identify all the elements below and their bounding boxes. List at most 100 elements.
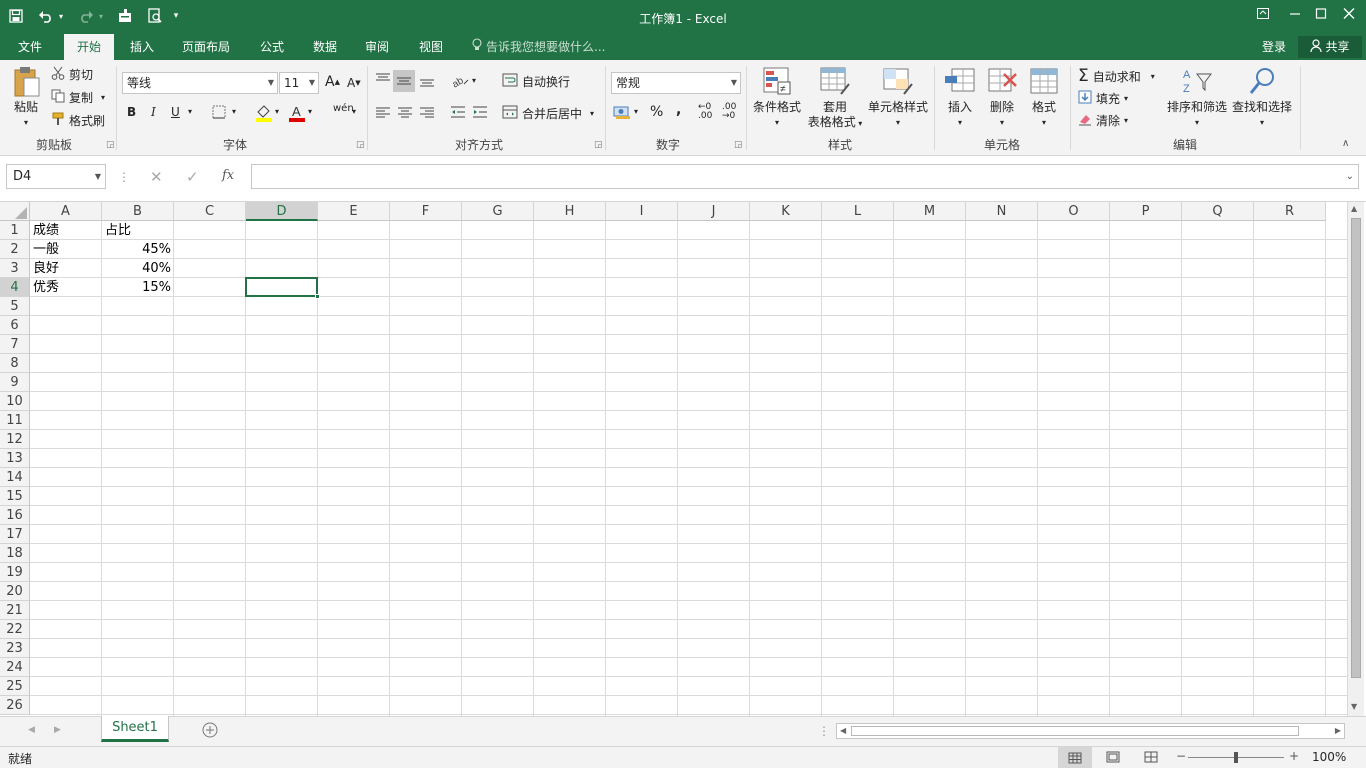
fill-color-dropdown-icon[interactable]: ▾ — [275, 107, 279, 116]
phonetic-dropdown-icon[interactable]: ▾ — [352, 107, 356, 116]
fill-handle[interactable] — [315, 294, 320, 299]
font-launcher-icon[interactable]: ◲ — [356, 140, 365, 150]
maximize-icon[interactable] — [1310, 6, 1332, 26]
insert-cells-button[interactable]: 插入 ▾ — [940, 66, 980, 130]
shrink-font-button[interactable]: A ▼ — [347, 76, 361, 90]
align-left-icon[interactable] — [375, 105, 391, 119]
tab-file[interactable]: 文件 — [8, 34, 52, 60]
number-format-select[interactable]: 常规 ▼ — [611, 72, 741, 94]
fill-color-icon[interactable] — [255, 104, 273, 122]
underline-dropdown-icon[interactable]: ▾ — [188, 107, 192, 116]
tab-formulas[interactable]: 公式 — [250, 34, 294, 60]
tab-home[interactable]: 开始 — [64, 34, 114, 60]
tab-insert[interactable]: 插入 — [120, 34, 164, 60]
grow-font-button[interactable]: A ▲ — [325, 74, 340, 90]
close-icon[interactable] — [1338, 6, 1360, 26]
horizontal-scrollbar[interactable]: ◀ ▶ — [836, 723, 1345, 739]
percent-button[interactable]: % — [650, 104, 663, 120]
bold-button[interactable]: B — [127, 105, 136, 119]
cell-b4[interactable]: 15% — [102, 278, 174, 297]
cell-a3[interactable]: 良好 — [30, 259, 102, 278]
scroll-left-icon[interactable]: ◀ — [840, 726, 846, 735]
page-layout-view-icon[interactable] — [1106, 751, 1120, 763]
cell-a1[interactable]: 成绩 — [30, 221, 102, 240]
page-break-view-icon[interactable] — [1144, 751, 1158, 763]
confirm-entry-icon[interactable]: ✓ — [186, 168, 199, 186]
scroll-up-icon[interactable]: ▲ — [1351, 204, 1357, 213]
comma-button[interactable]: , — [676, 102, 681, 118]
share-button[interactable]: 共享 — [1298, 36, 1362, 58]
tab-review[interactable]: 审阅 — [355, 34, 399, 60]
italic-button[interactable]: I — [151, 105, 156, 119]
align-right-icon[interactable] — [419, 105, 435, 119]
align-top-icon[interactable] — [375, 72, 391, 86]
tab-splitter-icon[interactable]: ⋮ — [818, 724, 830, 738]
login-link[interactable]: 登录 — [1262, 34, 1286, 60]
zoom-level[interactable]: 100% — [1312, 750, 1346, 764]
orientation-icon[interactable]: ab — [450, 72, 470, 88]
font-color-icon[interactable]: A — [288, 104, 306, 122]
align-bottom-icon[interactable] — [419, 74, 435, 88]
tab-page-layout[interactable]: 页面布局 — [174, 34, 238, 60]
next-sheet-icon[interactable]: ▶ — [54, 725, 61, 735]
sort-filter-button[interactable]: AZ 排序和筛选 ▾ — [1164, 66, 1230, 130]
delete-cells-button[interactable]: 删除 ▾ — [982, 66, 1022, 130]
cell-b2[interactable]: 45% — [102, 240, 174, 259]
sheet-tab-sheet1[interactable]: Sheet1 — [101, 716, 169, 742]
cell-b3[interactable]: 40% — [102, 259, 174, 278]
scroll-right-icon[interactable]: ▶ — [1335, 726, 1341, 735]
cancel-entry-icon[interactable]: ✕ — [150, 168, 163, 186]
increase-decimal-icon[interactable]: ←0.00 — [698, 103, 712, 121]
tell-me-box[interactable]: 告诉我您想要做什么... — [472, 34, 605, 60]
new-sheet-icon[interactable] — [202, 722, 218, 738]
autosum-button[interactable]: Σ 自动求和 ▾ — [1078, 66, 1155, 86]
find-select-button[interactable]: 查找和选择 ▾ — [1230, 66, 1294, 130]
scroll-down-icon[interactable]: ▼ — [1351, 702, 1357, 711]
conditional-format-button[interactable]: ≠ 条件格式 ▾ — [750, 66, 804, 130]
alignment-launcher-icon[interactable]: ◲ — [594, 140, 603, 150]
phonetic-button[interactable]: wén — [333, 103, 354, 114]
formula-input[interactable]: ⌄ — [251, 164, 1359, 189]
decrease-indent-icon[interactable] — [450, 105, 466, 119]
borders-dropdown-icon[interactable]: ▾ — [232, 107, 236, 116]
insert-function-icon[interactable]: fx — [222, 168, 234, 183]
name-box-dropdown-icon[interactable]: ▼ — [95, 165, 101, 188]
cut-button[interactable]: 剪切 — [50, 66, 93, 83]
orientation-dropdown-icon[interactable]: ▾ — [472, 76, 476, 85]
font-color-dropdown-icon[interactable]: ▾ — [308, 107, 312, 116]
number-launcher-icon[interactable]: ◲ — [734, 140, 743, 150]
format-as-table-button[interactable]: 套用 表格格式 ▾ — [804, 66, 866, 131]
currency-dropdown-icon[interactable]: ▾ — [634, 107, 638, 116]
zoom-out-button[interactable]: − — [1176, 749, 1186, 763]
name-box[interactable]: D4 ▼ — [6, 164, 106, 189]
cell-styles-button[interactable]: 单元格样式 ▾ — [866, 66, 930, 130]
cell-a4[interactable]: 优秀 — [30, 278, 102, 297]
font-name-select[interactable]: 等线 ▼ — [122, 72, 278, 94]
align-middle-icon[interactable] — [393, 70, 415, 92]
clipboard-launcher-icon[interactable]: ◲ — [106, 140, 115, 150]
format-painter-button[interactable]: 格式刷 — [50, 112, 105, 129]
zoom-in-button[interactable]: + — [1289, 749, 1299, 763]
expand-formula-icon[interactable]: ⌄ — [1346, 165, 1354, 188]
tab-view[interactable]: 视图 — [409, 34, 453, 60]
clear-button[interactable]: 清除 ▾ — [1078, 112, 1128, 129]
paste-button[interactable]: 粘贴 ▾ — [8, 66, 44, 130]
wrap-text-button[interactable]: 自动换行 — [502, 73, 570, 90]
cell-b1[interactable]: 占比 — [102, 221, 174, 240]
horizontal-scroll-thumb[interactable] — [851, 726, 1299, 736]
normal-view-icon[interactable] — [1058, 747, 1092, 768]
format-cells-button[interactable]: 格式 ▾ — [1024, 66, 1064, 130]
zoom-slider-thumb[interactable] — [1234, 752, 1238, 763]
increase-indent-icon[interactable] — [472, 105, 488, 119]
ribbon-display-icon[interactable] — [1252, 6, 1274, 26]
prev-sheet-icon[interactable]: ◀ — [28, 725, 35, 735]
underline-button[interactable]: U — [171, 105, 180, 119]
copy-button[interactable]: 复制 ▾ — [50, 89, 105, 106]
fill-button[interactable]: 填充 ▾ — [1078, 90, 1128, 107]
vertical-scrollbar[interactable]: ▲ ▼ — [1347, 202, 1364, 716]
merge-center-button[interactable]: 合并后居中 ▾ — [502, 105, 594, 122]
collapse-ribbon-icon[interactable]: ∧ — [1342, 138, 1349, 149]
decrease-decimal-icon[interactable]: .00 →0 — [722, 103, 736, 121]
minimize-icon[interactable] — [1284, 6, 1306, 26]
cell-a2[interactable]: 一般 — [30, 240, 102, 259]
